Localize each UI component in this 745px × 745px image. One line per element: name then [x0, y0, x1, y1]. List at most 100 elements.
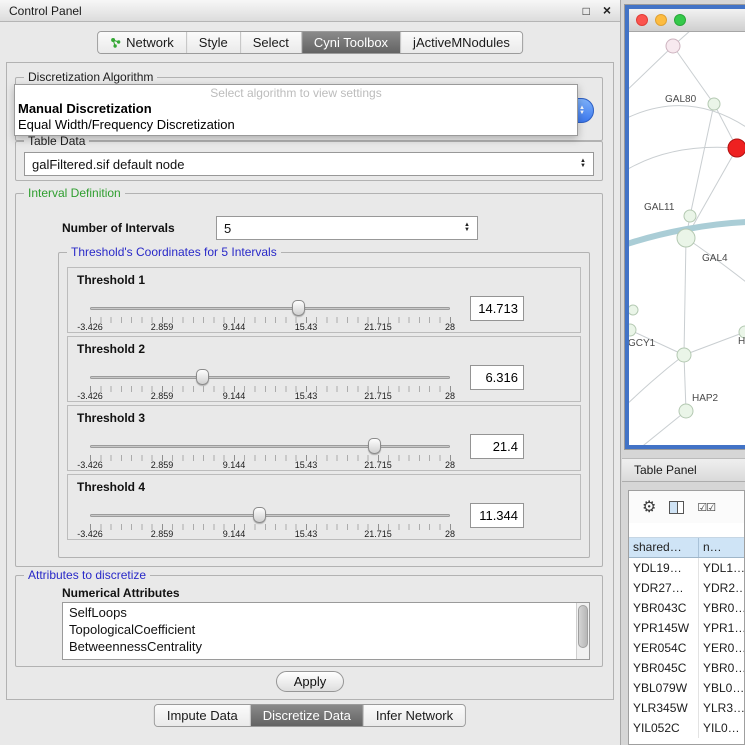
column-header-shared-name[interactable]: shared…	[629, 538, 699, 557]
network-node[interactable]	[629, 324, 636, 336]
scale-label: 21.715	[364, 460, 392, 470]
threshold-value-input[interactable]	[470, 365, 524, 390]
network-edge[interactable]	[629, 106, 745, 127]
threshold-slider[interactable]	[90, 438, 450, 454]
cell-name[interactable]: YBR0…	[699, 658, 744, 678]
table-row[interactable]: YBR043CYBR0…	[629, 598, 744, 618]
cell-shared-name[interactable]: YBL079W	[629, 678, 699, 698]
slider-track[interactable]	[90, 445, 450, 448]
slider-scale: -3.4262.8599.14415.4321.71528	[90, 322, 450, 333]
table-row[interactable]: YBR045CYBR0…	[629, 658, 744, 678]
threshold-value-input[interactable]	[470, 296, 524, 321]
network-node[interactable]	[677, 348, 691, 362]
column-header-name[interactable]: n…	[699, 538, 744, 557]
network-edge[interactable]	[684, 332, 745, 355]
network-edge[interactable]	[629, 46, 673, 96]
tab-impute-data[interactable]: Impute Data	[155, 705, 250, 726]
select-columns-checkboxes-icon[interactable]: ☑☑	[697, 501, 715, 514]
mac-minimize-icon[interactable]	[655, 14, 667, 26]
threshold-slider[interactable]	[90, 369, 450, 385]
cell-name[interactable]: YIL0…	[699, 718, 744, 738]
network-edge[interactable]	[684, 355, 686, 411]
slider-thumb[interactable]	[196, 369, 209, 385]
scale-label: 15.43	[295, 322, 318, 332]
slider-thumb[interactable]	[368, 438, 381, 454]
network-edge[interactable]	[690, 104, 714, 216]
number-of-intervals-combobox[interactable]: 5 ▲ ▼	[216, 216, 478, 240]
group-title: Interval Definition	[24, 186, 125, 200]
tab-network[interactable]: Network	[98, 32, 186, 53]
float-window-icon[interactable]: □	[583, 4, 590, 18]
network-node[interactable]	[677, 229, 695, 247]
close-icon[interactable]: ×	[603, 4, 611, 18]
network-edge[interactable]	[639, 411, 686, 445]
cell-shared-name[interactable]: YER054C	[629, 638, 699, 658]
tab-select[interactable]: Select	[240, 32, 301, 53]
table-row[interactable]: YDR27…YDR2…	[629, 578, 744, 598]
tab-style[interactable]: Style	[186, 32, 240, 53]
threshold-value-input[interactable]	[470, 434, 524, 459]
cell-name[interactable]: YLR3…	[699, 698, 744, 718]
cell-shared-name[interactable]: YPR145W	[629, 618, 699, 638]
network-edge[interactable]	[684, 238, 686, 355]
scale-label: 9.144	[223, 460, 246, 470]
slider-track[interactable]	[90, 514, 450, 517]
cell-shared-name[interactable]: YDL19…	[629, 558, 699, 578]
table-row[interactable]: YPR145WYPR1…	[629, 618, 744, 638]
cell-name[interactable]: YDL1…	[699, 558, 744, 578]
cell-name[interactable]: YBL0…	[699, 678, 744, 698]
threshold-value-input[interactable]	[470, 503, 524, 528]
table-row[interactable]: YBL079WYBL0…	[629, 678, 744, 698]
algorithm-option[interactable]: Equal Width/Frequency Discretization	[15, 117, 577, 133]
attribute-list-item[interactable]: BetweennessCentrality	[63, 638, 575, 655]
table-row[interactable]: YDL19…YDL1…	[629, 558, 744, 578]
table-row[interactable]: YIL052CYIL0…	[629, 718, 744, 738]
mac-close-icon[interactable]	[636, 14, 648, 26]
table-row[interactable]: YLR345WYLR3…	[629, 698, 744, 718]
cell-name[interactable]: YER0…	[699, 638, 744, 658]
slider-thumb[interactable]	[253, 507, 266, 523]
cell-shared-name[interactable]: YBR043C	[629, 598, 699, 618]
network-node[interactable]	[629, 305, 638, 315]
slider-track[interactable]	[90, 376, 450, 379]
cell-shared-name[interactable]: YDR27…	[629, 578, 699, 598]
slider-thumb[interactable]	[292, 300, 305, 316]
list-scrollbar[interactable]	[576, 603, 589, 659]
network-node[interactable]	[728, 139, 745, 157]
cell-name[interactable]: YPR1…	[699, 618, 744, 638]
numerical-attributes-list[interactable]: SelfLoopsTopologicalCoefficientBetweenne…	[62, 602, 590, 660]
apply-button[interactable]: Apply	[276, 671, 344, 692]
columns-icon[interactable]	[669, 501, 684, 514]
table-row[interactable]: YER054CYER0…	[629, 638, 744, 658]
attribute-list-item[interactable]: TopologicalCoefficient	[63, 621, 575, 638]
tab-cyni-toolbox[interactable]: Cyni Toolbox	[301, 32, 400, 53]
network-node[interactable]	[666, 39, 680, 53]
network-node[interactable]	[679, 404, 693, 418]
cell-name[interactable]: YDR2…	[699, 578, 744, 598]
network-node[interactable]	[684, 210, 696, 222]
threshold-slider[interactable]	[90, 300, 450, 316]
scrollbar-thumb[interactable]	[578, 605, 588, 648]
table-data-combobox[interactable]: galFiltered.sif default node ▲ ▼	[24, 152, 594, 176]
attribute-list-item[interactable]: SelfLoops	[63, 604, 575, 621]
mac-zoom-icon[interactable]	[674, 14, 686, 26]
cell-shared-name[interactable]: YIL052C	[629, 718, 699, 738]
scale-label: 15.43	[295, 391, 318, 401]
tab-infer-network[interactable]: Infer Network	[363, 705, 465, 726]
cell-shared-name[interactable]: YBR045C	[629, 658, 699, 678]
slider-track[interactable]	[90, 307, 450, 310]
network-graph[interactable]: GAL80GAL11GAL4GCY1HHAP2	[629, 32, 745, 445]
cell-name[interactable]: YBR0…	[699, 598, 744, 618]
group-title: Table Data	[24, 134, 89, 148]
cell-shared-name[interactable]: YLR345W	[629, 698, 699, 718]
network-view-window[interactable]: GAL80GAL11GAL4GCY1HHAP2	[625, 5, 745, 449]
network-node[interactable]	[708, 98, 720, 110]
gear-icon[interactable]: ⚙	[642, 497, 656, 517]
tab-discretize-data[interactable]: Discretize Data	[250, 705, 363, 726]
network-edge[interactable]	[629, 355, 684, 417]
tab-jactivemnodules[interactable]: jActiveMNodules	[400, 32, 522, 53]
top-tab-bar: NetworkStyleSelectCyni ToolboxjActiveMNo…	[97, 31, 523, 54]
network-canvas[interactable]: GAL80GAL11GAL4GCY1HHAP2	[629, 32, 745, 445]
threshold-slider[interactable]	[90, 507, 450, 523]
algorithm-option[interactable]: Manual Discretization	[15, 101, 577, 117]
